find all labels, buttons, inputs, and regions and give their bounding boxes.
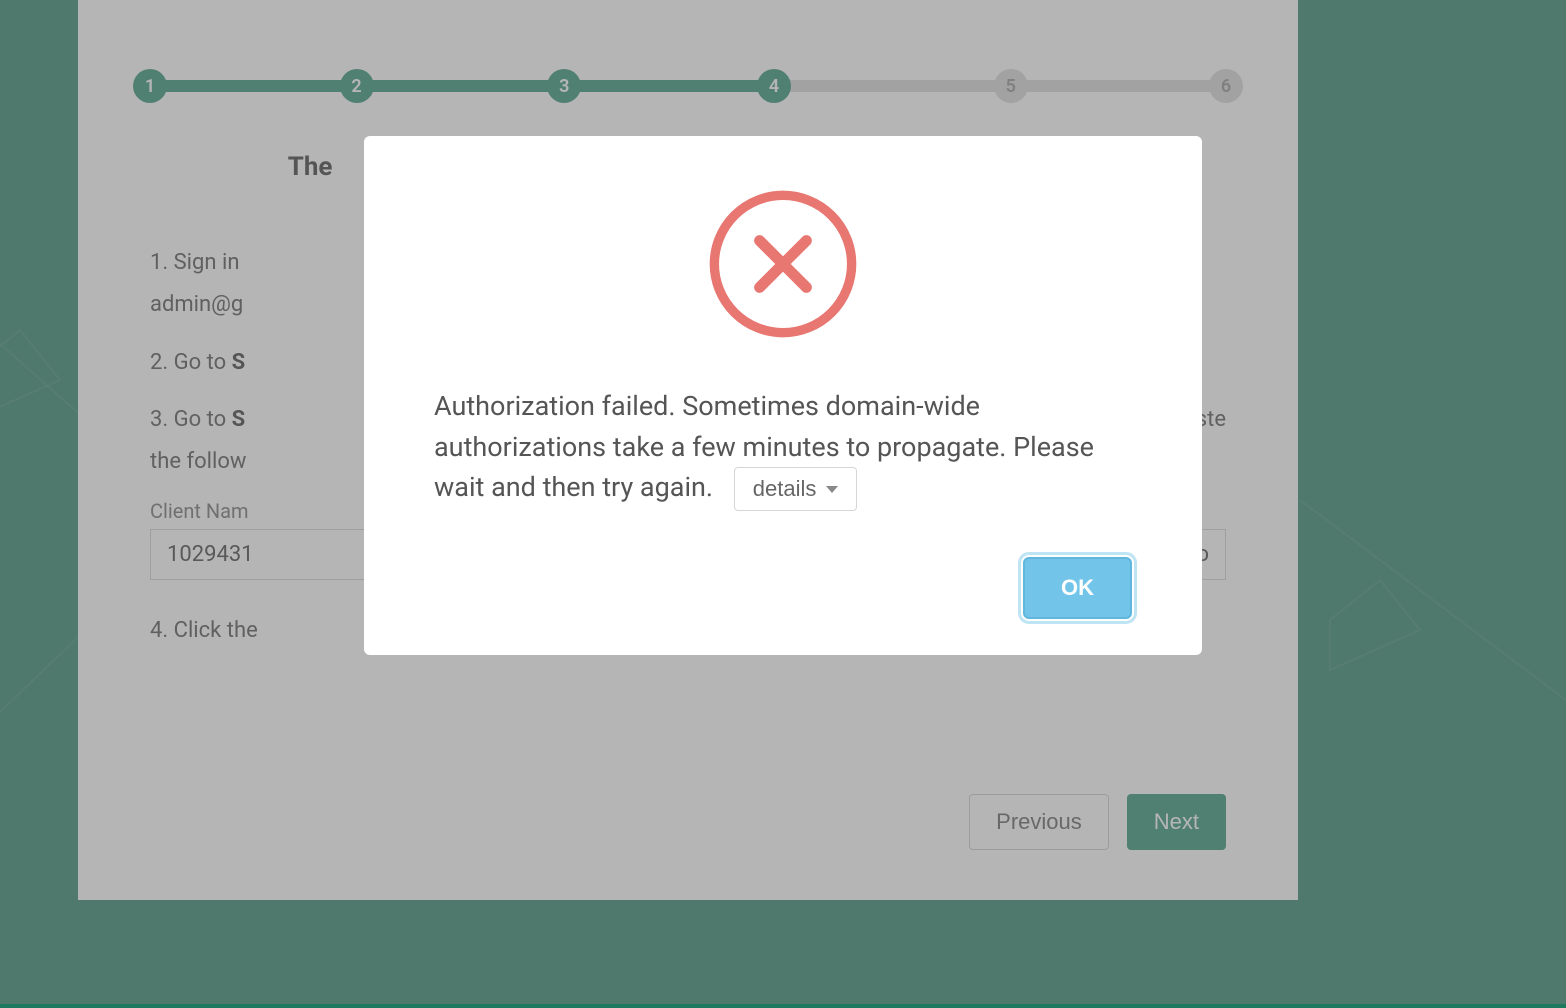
modal-footer: OK bbox=[434, 557, 1132, 619]
modal-message: Authorization failed. Sometimes domain-w… bbox=[434, 386, 1132, 511]
error-icon bbox=[434, 186, 1132, 342]
details-button[interactable]: details bbox=[734, 467, 858, 511]
ok-button[interactable]: OK bbox=[1023, 557, 1132, 619]
details-label: details bbox=[753, 476, 817, 502]
error-modal: Authorization failed. Sometimes domain-w… bbox=[364, 136, 1202, 655]
chevron-down-icon bbox=[826, 486, 838, 493]
modal-overlay[interactable]: Authorization failed. Sometimes domain-w… bbox=[0, 0, 1566, 1004]
